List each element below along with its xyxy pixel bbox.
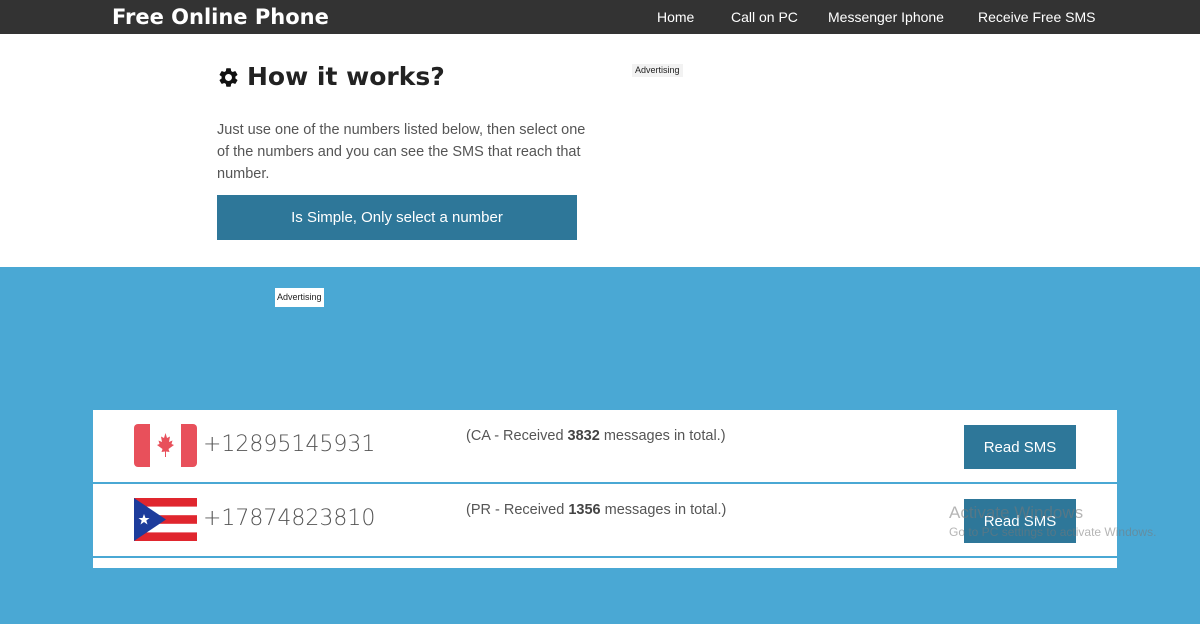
advertising-label: Advertising	[632, 64, 683, 77]
list-item[interactable]: +17874823810 (PR - Received 1356 message…	[93, 484, 1117, 558]
message-count-info: (PR - Received 1356 messages in total.)	[466, 502, 727, 518]
select-number-button[interactable]: Is Simple, Only select a number	[217, 195, 577, 240]
nav-item-receive-free-sms[interactable]: Receive Free SMS	[978, 9, 1095, 26]
gear-icon	[219, 67, 238, 87]
read-sms-button[interactable]: Read SMS	[964, 499, 1076, 543]
page-title: How it works?	[247, 62, 445, 91]
top-navbar: Free Online Phone Home Call on PC Messen…	[0, 0, 1200, 34]
canada-flag-icon	[134, 424, 197, 467]
phone-number: +17874823810	[203, 506, 376, 531]
brand-logo-link[interactable]: Free Online Phone	[112, 3, 329, 31]
nav-item-home[interactable]: Home	[657, 9, 694, 26]
puerto-rico-flag-icon	[134, 498, 197, 541]
nav-item-call-on-pc[interactable]: Call on PC	[731, 9, 798, 26]
phone-number: +12895145931	[203, 432, 376, 457]
phone-number-list: +12895145931 (CA - Received 3832 message…	[93, 410, 1117, 568]
list-item[interactable]: +12895145931 (CA - Received 3832 message…	[93, 410, 1117, 484]
how-it-works-section: How it works? Just use one of the number…	[0, 34, 1200, 267]
how-it-works-description: Just use one of the numbers listed below…	[217, 122, 586, 182]
advertising-label-blue: Advertising	[275, 288, 324, 307]
read-sms-button[interactable]: Read SMS	[964, 425, 1076, 469]
message-count: 3832	[567, 428, 600, 444]
how-it-works-heading: How it works?	[217, 62, 445, 92]
nav-item-messenger-iphone[interactable]: Messenger Iphone	[828, 9, 944, 26]
message-count-info: (CA - Received 3832 messages in total.)	[466, 428, 726, 444]
message-count: 1356	[568, 502, 601, 518]
